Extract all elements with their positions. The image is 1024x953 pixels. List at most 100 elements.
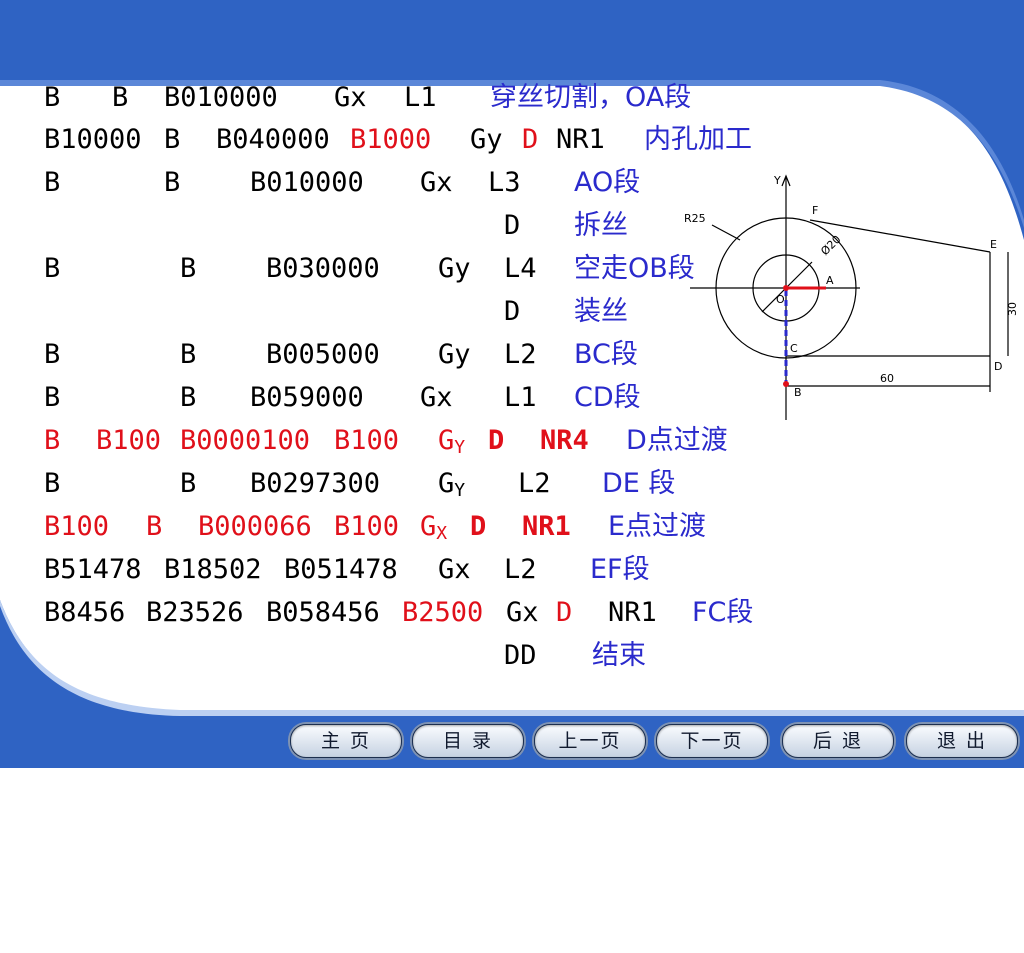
label-30: 30 bbox=[1006, 302, 1019, 316]
label-b: B bbox=[794, 386, 802, 399]
segment-comment: 空走OB段 bbox=[574, 253, 695, 284]
code-token: B051478 bbox=[284, 554, 398, 585]
code-token: Gx bbox=[438, 554, 471, 585]
code-line-2: B10000 B B040000 B1000 Gy D NR1 内孔加工 bbox=[0, 120, 752, 160]
code-line-12: B51478 B18502 B051478 Gx L2 EF段 bbox=[0, 550, 650, 590]
code-token: L2 bbox=[518, 468, 551, 499]
segment-comment: 结束 bbox=[592, 640, 646, 671]
code-token: D bbox=[504, 296, 521, 327]
code-token: B18502 bbox=[164, 554, 262, 585]
code-token: B0297300 bbox=[250, 468, 381, 499]
code-token: B010000 bbox=[164, 82, 278, 113]
next-page-button[interactable]: 下一页 bbox=[656, 724, 768, 758]
segment-comment: 穿丝切割，OA段 bbox=[490, 82, 692, 113]
code-token: NR1 bbox=[608, 597, 657, 628]
code-token: B bbox=[44, 82, 61, 113]
code-token: B8456 bbox=[44, 597, 126, 628]
code-token: L3 bbox=[488, 167, 521, 198]
code-token: B23526 bbox=[146, 597, 244, 628]
code-token: L1 bbox=[404, 82, 437, 113]
code-token: Gy bbox=[438, 339, 471, 370]
code-line-8: B B B059000 Gx L1 CD段 bbox=[0, 378, 641, 418]
prev-page-button[interactable]: 上一页 bbox=[534, 724, 646, 758]
code-line-5: B B B030000 Gy L4 空走OB段 bbox=[0, 249, 695, 289]
point-o bbox=[783, 285, 789, 291]
code-token: NR1 bbox=[522, 511, 571, 542]
code-token: Gx bbox=[420, 382, 453, 413]
code-token: NR1 bbox=[556, 124, 605, 155]
code-token: L2 bbox=[504, 554, 537, 585]
code-token: B bbox=[180, 468, 197, 499]
code-token: B bbox=[164, 167, 181, 198]
code-token: B040000 bbox=[216, 124, 330, 155]
code-token: B bbox=[44, 167, 61, 198]
code-token: D bbox=[470, 511, 487, 542]
segment-comment: BC段 bbox=[574, 339, 638, 370]
label-f: F bbox=[812, 204, 818, 217]
code-token: B51478 bbox=[44, 554, 142, 585]
segment-comment: 装丝 bbox=[574, 296, 628, 327]
home-button[interactable]: 主 页 bbox=[290, 724, 402, 758]
code-token: B bbox=[180, 339, 197, 370]
code-token: L2 bbox=[504, 339, 537, 370]
code-line-4: D 拆丝 bbox=[0, 206, 628, 246]
segment-comment: DE 段 bbox=[602, 468, 676, 499]
label-o: O bbox=[776, 293, 785, 306]
code-token: B005000 bbox=[266, 339, 380, 370]
code-token: GY bbox=[438, 425, 466, 458]
code-line-10: B B B0297300 GY L2 DE 段 bbox=[0, 464, 675, 504]
code-token: NR4 bbox=[540, 425, 589, 456]
code-token: B0000100 bbox=[180, 425, 311, 456]
segment-comment: 内孔加工 bbox=[644, 124, 752, 155]
label-60: 60 bbox=[880, 372, 894, 385]
point-b bbox=[783, 381, 789, 387]
label-c: C bbox=[790, 342, 798, 355]
code-token: B bbox=[180, 382, 197, 413]
label-d20: Ø20 bbox=[818, 233, 843, 258]
code-token: D bbox=[556, 597, 573, 628]
code-token: B10000 bbox=[44, 124, 142, 155]
code-token: B030000 bbox=[266, 253, 380, 284]
exit-button[interactable]: 退 出 bbox=[906, 724, 1018, 758]
segment-comment: 拆丝 bbox=[574, 210, 628, 241]
code-line-14: DD 结束 bbox=[0, 636, 646, 676]
code-token: B bbox=[44, 253, 61, 284]
code-line-9: B B100 B0000100 B100 GY D NR4 D点过渡 bbox=[0, 421, 728, 461]
label-d: D bbox=[994, 360, 1002, 373]
code-token: Gy bbox=[438, 253, 471, 284]
code-token: B bbox=[112, 82, 129, 113]
segment-comment: E点过渡 bbox=[608, 511, 707, 542]
code-token: GX bbox=[420, 511, 448, 544]
leader-r25 bbox=[711, 224, 741, 241]
code-line-13: B8456 B23526 B058456 B2500 Gx D NR1 FC段 bbox=[0, 593, 753, 633]
contents-button[interactable]: 目 录 bbox=[412, 724, 524, 758]
code-token: B bbox=[44, 339, 61, 370]
code-token: GY bbox=[438, 468, 466, 501]
code-line-7: B B B005000 Gy L2 BC段 bbox=[0, 335, 638, 375]
code-token: D bbox=[488, 425, 505, 456]
code-token: B058456 bbox=[266, 597, 380, 628]
code-line-1: B B B010000 Gx L1 穿丝切割，OA段 bbox=[0, 78, 691, 118]
back-button[interactable]: 后 退 bbox=[782, 724, 894, 758]
code-token: B bbox=[44, 425, 61, 456]
code-token: Gx bbox=[334, 82, 367, 113]
code-token: Gy bbox=[470, 124, 503, 155]
code-token: B010000 bbox=[250, 167, 364, 198]
code-token: Gx bbox=[420, 167, 453, 198]
code-token: B bbox=[146, 511, 163, 542]
code-token: B bbox=[44, 468, 61, 499]
code-token: B000066 bbox=[198, 511, 312, 542]
label-y: Y bbox=[773, 174, 781, 187]
segment-comment: CD段 bbox=[574, 382, 641, 413]
code-token: B100 bbox=[96, 425, 162, 456]
code-token: B100 bbox=[334, 511, 400, 542]
code-token: B bbox=[164, 124, 181, 155]
label-r25: R25 bbox=[684, 212, 706, 225]
code-token: D bbox=[522, 124, 539, 155]
code-token: L4 bbox=[504, 253, 537, 284]
code-token: D bbox=[504, 210, 521, 241]
code-token: B100 bbox=[334, 425, 400, 456]
label-e: E bbox=[990, 238, 997, 251]
code-token: B059000 bbox=[250, 382, 364, 413]
code-token: Gx bbox=[506, 597, 539, 628]
